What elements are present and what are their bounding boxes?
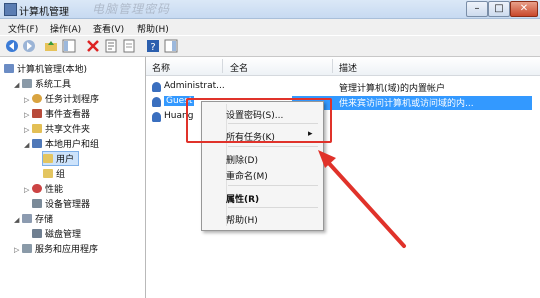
tree-item-services-apps[interactable]: ▷ 服务和应用程序: [14, 242, 98, 255]
tree-item-storage[interactable]: ◢ 存储: [14, 212, 53, 225]
tree-item-task-scheduler[interactable]: ▷ 任务计划程序: [24, 92, 99, 105]
tree-label: 用户: [56, 155, 75, 165]
column-header-fullname[interactable]: 全名: [230, 61, 248, 74]
tree-item-root[interactable]: 计算机管理(本地): [4, 62, 87, 75]
menu-item-delete[interactable]: 删除(D): [226, 153, 258, 166]
properties-icon[interactable]: [104, 39, 118, 53]
event-viewer-icon: [32, 109, 42, 118]
close-button[interactable]: ✕: [510, 1, 538, 17]
menu-action[interactable]: 操作(A): [50, 22, 81, 35]
navigation-tree: 计算机管理(本地) ◢ 系统工具 ▷ 任务计划程序 ▷ 事件查看器 ▷ 共享文件夹 ◢ 本…: [0, 57, 146, 298]
minimize-button[interactable]: –: [466, 1, 488, 17]
collapse-arrow-icon[interactable]: ◢: [24, 141, 32, 149]
clock-icon: [32, 94, 42, 103]
user-icon: [152, 112, 161, 122]
up-folder-icon[interactable]: [44, 39, 58, 53]
tree-label: 磁盘管理: [45, 230, 82, 240]
user-icon: [152, 97, 161, 107]
list-item-administrator[interactable]: Administrat... 管理计算机(域)的内置帐户: [146, 80, 540, 94]
tree-item-device-manager[interactable]: 设备管理器: [32, 197, 90, 210]
tree-item-event-viewer[interactable]: ▷ 事件查看器: [24, 107, 90, 120]
menu-bar: 文件(F) 操作(A) 查看(V) 帮助(H): [0, 19, 540, 35]
menu-item-help[interactable]: 帮助(H): [226, 213, 258, 226]
column-divider[interactable]: [332, 59, 333, 73]
collapse-arrow-icon[interactable]: ◢: [14, 81, 22, 89]
tree-label: 设备管理器: [45, 200, 91, 210]
menu-item-rename[interactable]: 重命名(M): [226, 169, 268, 182]
export-list-icon[interactable]: [122, 39, 136, 53]
column-divider[interactable]: [222, 59, 223, 73]
highlight-box-annotation: [186, 98, 332, 143]
menu-separator: [228, 207, 318, 208]
tree-item-shared-folders[interactable]: ▷ 共享文件夹: [24, 122, 90, 135]
delete-icon[interactable]: [86, 39, 100, 53]
column-headers: 名称 全名 描述: [146, 57, 540, 76]
watermark-text: 电脑管理密码: [92, 2, 171, 16]
column-header-name[interactable]: 名称: [152, 61, 170, 74]
tree-label: 存储: [35, 215, 54, 225]
shared-folder-icon: [32, 124, 42, 133]
menu-item-properties[interactable]: 属性(R): [226, 192, 259, 205]
user-name: Administrat...: [164, 81, 225, 91]
folder-icon: [43, 154, 53, 163]
svg-text:?: ?: [150, 42, 155, 53]
tree-label: 组: [56, 170, 66, 180]
title-bar: 计算机管理 电脑管理密码 – □ ✕: [0, 0, 540, 19]
window-title: 计算机管理: [19, 7, 69, 18]
device-manager-icon: [32, 199, 42, 208]
tree-item-groups[interactable]: 组: [43, 167, 65, 180]
maximize-button[interactable]: □: [488, 1, 510, 17]
tree-item-disk-management[interactable]: 磁盘管理: [32, 227, 81, 240]
tree-label: 本地用户和组: [45, 140, 100, 150]
storage-icon: [22, 214, 32, 223]
user-description: 供来宾访问计算机或访问域的内...: [339, 99, 474, 109]
computer-icon: [4, 64, 14, 73]
user-description: 管理计算机(域)的内置帐户: [339, 84, 446, 94]
expand-arrow-icon[interactable]: ▷: [24, 126, 32, 134]
show-hide-tree-icon[interactable]: [62, 39, 76, 53]
tree-item-users[interactable]: 用户: [42, 151, 80, 166]
user-icon: [152, 82, 161, 92]
tree-item-system-tools[interactable]: ◢ 系统工具: [14, 77, 71, 90]
menu-file[interactable]: 文件(F): [8, 22, 38, 35]
tree-label: 计算机管理(本地): [17, 65, 88, 75]
expand-arrow-icon[interactable]: ▷: [14, 246, 22, 254]
tools-icon: [22, 79, 32, 88]
tree-item-performance[interactable]: ▷ 性能: [24, 182, 63, 195]
toolbar: ?: [0, 36, 540, 57]
users-group-icon: [32, 139, 42, 148]
back-arrow-icon[interactable]: [5, 39, 19, 53]
action-pane-icon[interactable]: [164, 39, 178, 53]
expand-arrow-icon[interactable]: ▷: [24, 186, 32, 194]
disk-icon: [32, 229, 42, 238]
tree-label: 共享文件夹: [45, 125, 91, 135]
column-header-description[interactable]: 描述: [339, 61, 357, 74]
tree-label: 事件查看器: [45, 110, 91, 120]
menu-separator: [228, 146, 318, 147]
help-icon[interactable]: ?: [146, 39, 160, 53]
menu-help[interactable]: 帮助(H): [137, 22, 169, 35]
expand-arrow-icon[interactable]: ▷: [24, 96, 32, 104]
tree-label: 任务计划程序: [45, 95, 100, 105]
performance-icon: [32, 184, 42, 193]
tree-label: 系统工具: [35, 80, 72, 90]
collapse-arrow-icon[interactable]: ◢: [14, 216, 22, 224]
services-icon: [22, 244, 32, 253]
folder-icon: [43, 169, 53, 178]
menu-view[interactable]: 查看(V): [93, 22, 124, 35]
tree-label: 服务和应用程序: [35, 245, 99, 255]
menu-separator: [228, 185, 318, 186]
tree-item-local-users-groups[interactable]: ◢ 本地用户和组: [24, 137, 99, 150]
tree-label: 性能: [45, 185, 64, 195]
expand-arrow-icon[interactable]: ▷: [24, 111, 32, 119]
forward-arrow-icon[interactable]: [22, 39, 36, 53]
computer-management-icon: [4, 3, 17, 16]
